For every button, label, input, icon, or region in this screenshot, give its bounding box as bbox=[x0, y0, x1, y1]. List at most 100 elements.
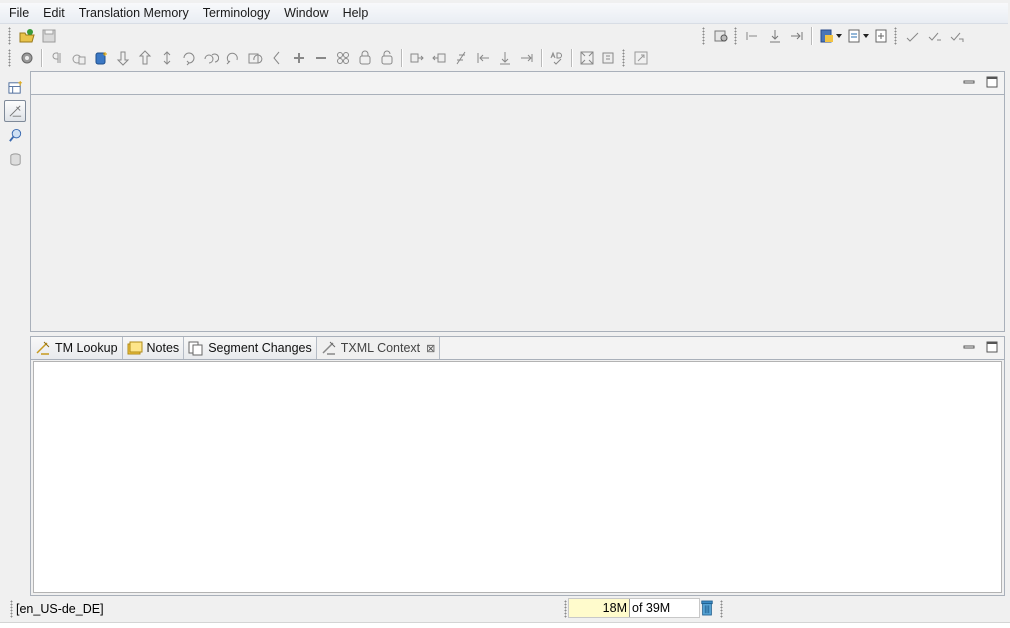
insert-start-tag-icon[interactable] bbox=[742, 26, 764, 46]
toolbar-grip[interactable] bbox=[734, 27, 737, 45]
status-bar: [en_US-de_DE] 18M of 39M bbox=[0, 596, 1010, 622]
txml-context-side-icon[interactable] bbox=[4, 100, 26, 122]
tm-lookup-icon bbox=[36, 341, 50, 355]
segment-changes-icon bbox=[188, 341, 203, 356]
tab-tm-lookup[interactable]: TM Lookup bbox=[31, 337, 123, 359]
toolbar-grip[interactable] bbox=[702, 27, 705, 45]
tab-segment-changes[interactable]: Segment Changes bbox=[184, 337, 317, 359]
tab-txml-context[interactable]: TXML Context ⊠ bbox=[316, 337, 441, 359]
editor-panel bbox=[30, 71, 1005, 332]
save-icon[interactable] bbox=[38, 26, 60, 46]
tab-notes[interactable]: Notes bbox=[122, 337, 185, 359]
txml-context-icon bbox=[322, 341, 336, 355]
segment-filter-dropdown[interactable] bbox=[862, 26, 870, 46]
flag-segment-icon[interactable] bbox=[450, 48, 472, 68]
add-term-icon[interactable] bbox=[288, 48, 310, 68]
first-segment-icon[interactable] bbox=[472, 48, 494, 68]
minimize-icon[interactable] bbox=[962, 340, 975, 353]
copy-source-icon[interactable] bbox=[68, 48, 90, 68]
tab-label: Notes bbox=[146, 341, 180, 355]
separator bbox=[541, 49, 543, 67]
tab-label: TXML Context bbox=[340, 341, 421, 355]
accept-translation-icon[interactable] bbox=[222, 48, 244, 68]
maximize-icon[interactable] bbox=[985, 75, 998, 88]
bottom-window-controls bbox=[962, 340, 998, 353]
locale-pair: [en_US-de_DE] bbox=[16, 602, 104, 616]
close-tab-icon[interactable]: ⊠ bbox=[426, 342, 435, 355]
heap-total: of 39M bbox=[632, 601, 671, 615]
fit-window-icon[interactable] bbox=[576, 48, 598, 68]
remove-term-icon[interactable] bbox=[310, 48, 332, 68]
bottom-panel-header: TM Lookup Notes Segment Changes TXML Con… bbox=[31, 337, 1004, 360]
trash-icon[interactable] bbox=[698, 598, 716, 618]
goto-segment-icon[interactable] bbox=[156, 48, 178, 68]
undo-change-icon[interactable] bbox=[266, 48, 288, 68]
toolbar-grip[interactable] bbox=[8, 27, 11, 45]
tab-label: TM Lookup bbox=[55, 341, 118, 355]
toolbar-row2 bbox=[6, 48, 652, 68]
toolbar-row1-left bbox=[6, 26, 60, 46]
tm-settings-icon[interactable] bbox=[710, 26, 732, 46]
side-toolbar bbox=[4, 74, 28, 172]
previous-segment-icon[interactable] bbox=[134, 48, 156, 68]
check-b-icon[interactable] bbox=[924, 26, 946, 46]
editor-window-controls bbox=[962, 75, 998, 88]
separator bbox=[401, 49, 403, 67]
open-project-icon[interactable] bbox=[16, 26, 38, 46]
bottom-tabs: TM Lookup Notes Segment Changes TXML Con… bbox=[31, 337, 441, 359]
menu-bar: File Edit Translation Memory Terminology… bbox=[0, 3, 1008, 24]
paragraph-mark-icon[interactable] bbox=[46, 48, 68, 68]
lock-segment-icon[interactable] bbox=[354, 48, 376, 68]
check-a-icon[interactable] bbox=[902, 26, 924, 46]
tab-label: Segment Changes bbox=[208, 341, 312, 355]
spell-check-icon[interactable] bbox=[546, 48, 568, 68]
heap-status[interactable]: 18M of 39M bbox=[568, 598, 700, 618]
insert-tab-icon[interactable] bbox=[786, 26, 808, 46]
toolbar-grip[interactable] bbox=[8, 49, 11, 67]
toolbar-row1-right bbox=[700, 26, 968, 46]
editor-panel-header bbox=[31, 72, 1004, 95]
txml-context-content[interactable] bbox=[33, 361, 1002, 593]
settings-gear-icon[interactable] bbox=[16, 48, 38, 68]
notes-icon bbox=[127, 341, 143, 355]
status-grip bbox=[720, 600, 723, 618]
database-add-icon[interactable] bbox=[90, 48, 112, 68]
next-placeholder-icon[interactable] bbox=[516, 48, 538, 68]
maximize-icon[interactable] bbox=[985, 340, 998, 353]
insert-placeholder-icon[interactable] bbox=[494, 48, 516, 68]
heap-used: 18M bbox=[569, 599, 630, 617]
status-grip bbox=[10, 600, 13, 618]
check-c-icon[interactable] bbox=[946, 26, 968, 46]
join-segment-icon[interactable] bbox=[406, 48, 428, 68]
toolbar-grip[interactable] bbox=[622, 49, 625, 67]
insert-end-tag-icon[interactable] bbox=[764, 26, 786, 46]
add-file-icon[interactable] bbox=[870, 26, 892, 46]
database-side-icon[interactable] bbox=[4, 148, 26, 170]
separator bbox=[811, 27, 813, 45]
separator bbox=[571, 49, 573, 67]
autotranslate-icon[interactable] bbox=[200, 48, 222, 68]
translate-segment-icon[interactable] bbox=[178, 48, 200, 68]
view-source-icon[interactable] bbox=[598, 48, 620, 68]
search-side-icon[interactable] bbox=[4, 124, 26, 146]
next-segment-icon[interactable] bbox=[112, 48, 134, 68]
menu-help[interactable]: Help bbox=[336, 3, 376, 23]
menu-edit[interactable]: Edit bbox=[36, 3, 72, 23]
new-view-icon[interactable] bbox=[4, 76, 26, 98]
unlock-segment-icon[interactable] bbox=[376, 48, 398, 68]
confirm-segment-icon[interactable] bbox=[244, 48, 266, 68]
minimize-icon[interactable] bbox=[962, 75, 975, 88]
toolbar-grip[interactable] bbox=[894, 27, 897, 45]
menu-translation-memory[interactable]: Translation Memory bbox=[72, 3, 196, 23]
separator bbox=[41, 49, 43, 67]
menu-file[interactable]: File bbox=[0, 3, 36, 23]
lookup-term-icon[interactable] bbox=[332, 48, 354, 68]
window-bottom-edge bbox=[0, 622, 1010, 628]
split-segment-icon[interactable] bbox=[428, 48, 450, 68]
resize-icon[interactable] bbox=[630, 48, 652, 68]
menu-terminology[interactable]: Terminology bbox=[196, 3, 277, 23]
menu-window[interactable]: Window bbox=[277, 3, 335, 23]
status-grip bbox=[564, 600, 567, 618]
bottom-panel: TM Lookup Notes Segment Changes TXML Con… bbox=[30, 336, 1005, 596]
document-properties-dropdown[interactable] bbox=[835, 26, 843, 46]
